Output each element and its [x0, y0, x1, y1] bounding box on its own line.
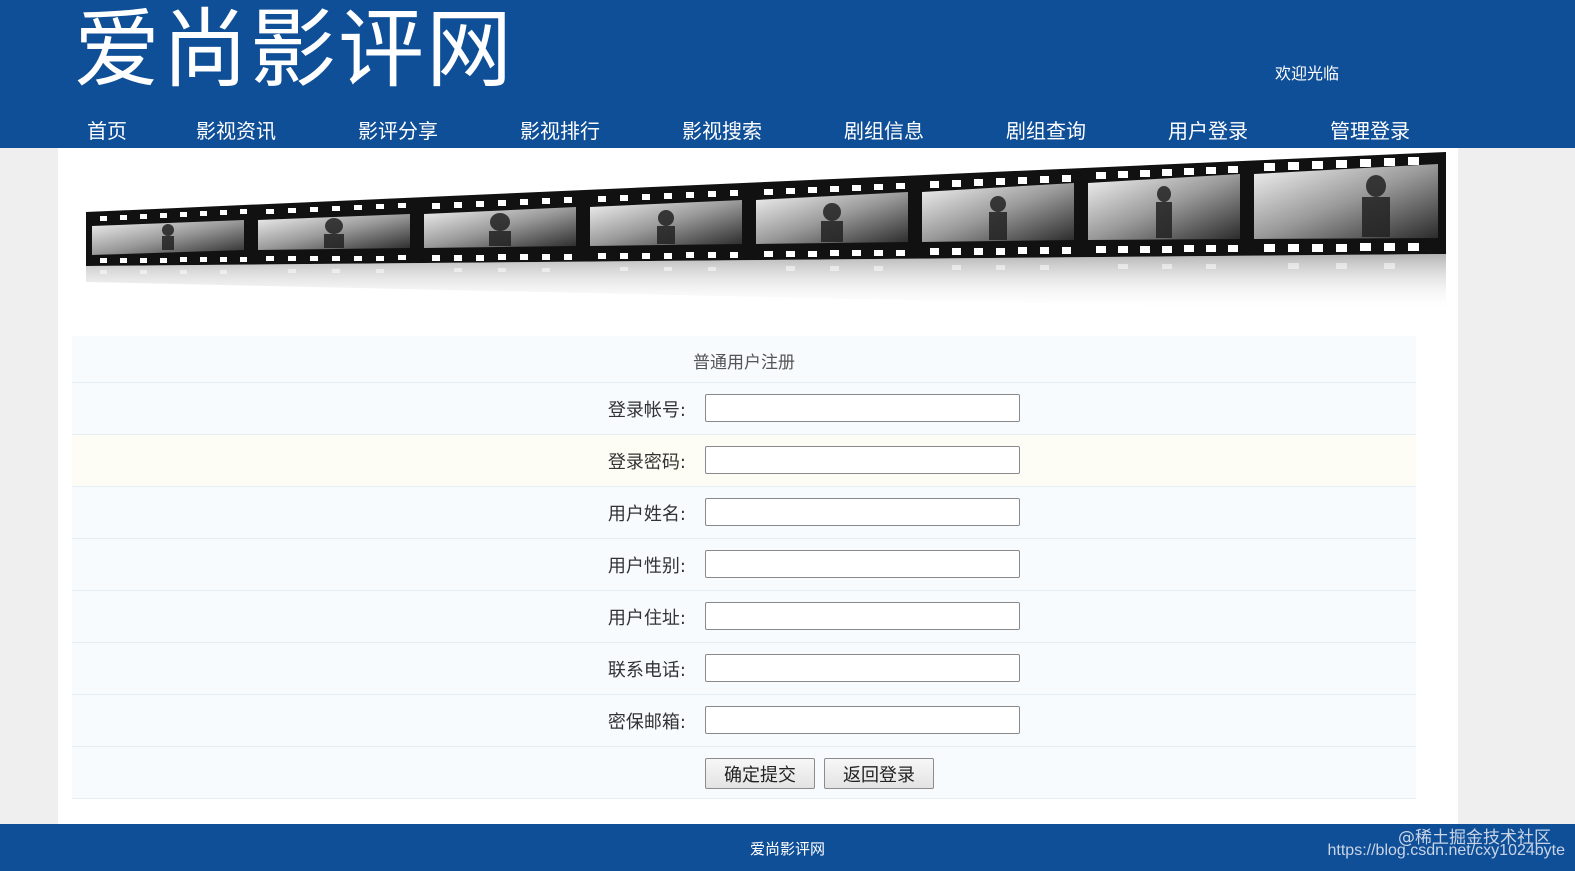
- nav-item-news[interactable]: 影视资讯: [196, 115, 276, 144]
- phone-input[interactable]: [705, 654, 1020, 682]
- form-row-address: 用户住址:: [72, 591, 1416, 643]
- welcome-text: 欢迎光临: [1275, 64, 1340, 83]
- email-label: 密保邮箱:: [607, 712, 686, 733]
- account-label: 登录帐号:: [607, 400, 686, 421]
- submit-button[interactable]: 确定提交: [705, 758, 815, 789]
- nav-item-admin-login[interactable]: 管理登录: [1330, 115, 1410, 144]
- gender-input[interactable]: [705, 550, 1020, 578]
- watermark-url: https://blog.csdn.net/cxy1024byte: [1327, 842, 1565, 859]
- address-input[interactable]: [705, 602, 1020, 630]
- form-row-gender: 用户性别:: [72, 539, 1416, 591]
- form-row-account: 登录帐号:: [72, 383, 1416, 435]
- form-row-name: 用户姓名:: [72, 487, 1416, 539]
- gender-label: 用户性别:: [607, 556, 686, 577]
- nav-item-crew-info[interactable]: 剧组信息: [844, 115, 924, 144]
- name-input[interactable]: [705, 498, 1020, 526]
- email-input[interactable]: [705, 706, 1020, 734]
- nav-item-crew-query[interactable]: 剧组查询: [1006, 115, 1086, 144]
- phone-label: 联系电话:: [607, 660, 686, 681]
- nav-item-reviews[interactable]: 影评分享: [358, 115, 438, 144]
- name-label: 用户姓名:: [607, 504, 686, 525]
- password-input[interactable]: [705, 446, 1020, 474]
- form-title: 普通用户注册: [693, 353, 795, 373]
- main-content: 普通用户注册 登录帐号: 登录密码: 用户姓名: 用户性别: 用户住址: 联系电…: [58, 148, 1458, 824]
- main-nav: 首页 影视资讯 影评分享 影视排行 影视搜索 剧组信息 剧组查询 用户登录 管理…: [0, 110, 1575, 148]
- back-to-login-button[interactable]: 返回登录: [824, 758, 934, 789]
- form-row-email: 密保邮箱:: [72, 695, 1416, 747]
- film-strip-banner: [86, 152, 1446, 312]
- site-header: 爱尚影评网 欢迎光临 首页 影视资讯 影评分享 影视排行 影视搜索 剧组信息 剧…: [0, 0, 1575, 148]
- nav-item-user-login[interactable]: 用户登录: [1168, 115, 1248, 144]
- register-form: 普通用户注册 登录帐号: 登录密码: 用户姓名: 用户性别: 用户住址: 联系电…: [72, 336, 1416, 799]
- address-label: 用户住址:: [607, 608, 686, 629]
- form-row-password: 登录密码:: [72, 435, 1416, 487]
- nav-item-ranking[interactable]: 影视排行: [520, 115, 600, 144]
- password-label: 登录密码:: [607, 452, 686, 473]
- nav-item-home[interactable]: 首页: [87, 115, 127, 144]
- account-input[interactable]: [705, 394, 1020, 422]
- site-title: 爱尚影评网: [74, 0, 514, 100]
- form-title-row: 普通用户注册: [72, 336, 1416, 383]
- nav-item-search[interactable]: 影视搜索: [682, 115, 762, 144]
- form-row-actions: 确定提交 返回登录: [72, 747, 1416, 799]
- form-row-phone: 联系电话:: [72, 643, 1416, 695]
